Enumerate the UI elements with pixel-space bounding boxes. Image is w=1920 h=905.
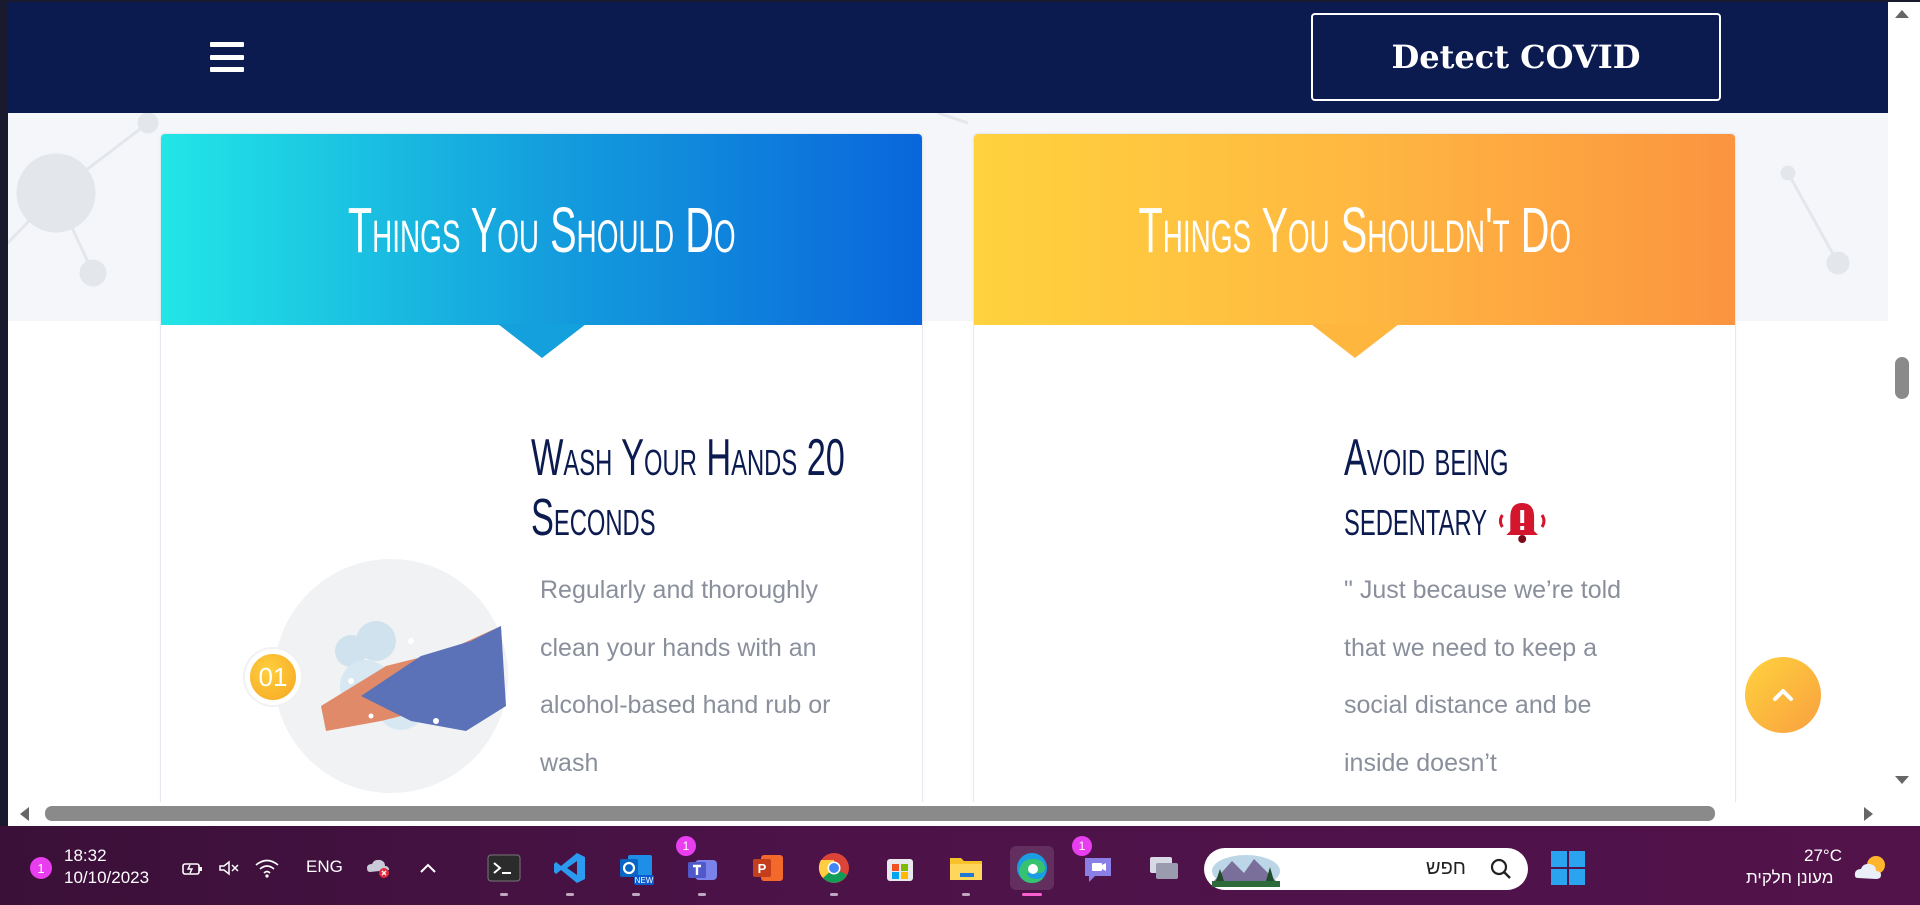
app-indicator — [698, 893, 706, 896]
horizontal-scroll-thumb[interactable] — [45, 806, 1715, 821]
weather-description[interactable]: מעונן חלקית — [1746, 868, 1833, 888]
meet-notification-badge: 1 — [1072, 836, 1092, 856]
search-highlight-image — [1212, 855, 1280, 887]
avoid-sedentary-text: " Just because we’re told that we need t… — [1344, 576, 1622, 777]
volume-muted-icon[interactable] — [216, 856, 242, 880]
search-icon — [1490, 858, 1511, 879]
search-placeholder: חפש — [1426, 857, 1466, 879]
chrome-app-icon[interactable] — [812, 846, 856, 896]
header-notch — [497, 324, 586, 358]
terminal-app-icon[interactable] — [482, 846, 526, 896]
should-do-card: Things You Should Do Wash Your Hands 20 … — [160, 133, 923, 802]
teams-app-icon[interactable]: 1 — [676, 836, 724, 896]
file-explorer-app-icon[interactable] — [944, 846, 988, 896]
app-indicator — [566, 893, 574, 896]
edge-browser-app-icon[interactable] — [1010, 846, 1054, 896]
should-do-title: Things You Should Do — [347, 193, 736, 266]
vertical-scrollbar[interactable] — [1888, 2, 1920, 802]
scroll-left-arrow-icon[interactable] — [20, 807, 29, 821]
app-indicator — [830, 893, 838, 896]
shouldnt-do-card: Things You Shouldn't Do Avoid being sede… — [973, 133, 1736, 802]
clock-date[interactable]: 10/10/2023 — [64, 867, 149, 889]
top-navigation-bar: Detect COVID — [8, 2, 1888, 113]
teams-meet-app-icon[interactable]: 1 — [1072, 836, 1120, 890]
teams-notification-badge: 1 — [676, 836, 696, 856]
should-do-card-header: Things You Should Do — [161, 134, 922, 358]
header-notch — [1310, 324, 1399, 358]
vertical-scroll-thumb[interactable] — [1895, 357, 1909, 399]
step-number-badge: 01 — [245, 649, 301, 705]
notification-badge[interactable]: 1 — [30, 857, 52, 879]
chevron-up-icon[interactable] — [415, 856, 441, 880]
scroll-up-arrow-icon[interactable] — [1895, 10, 1909, 18]
task-view-icon[interactable] — [1142, 846, 1186, 890]
app-indicator — [632, 893, 640, 896]
app-indicator — [962, 893, 970, 896]
wash-hands-title: Wash Your Hands 20 Seconds — [531, 429, 845, 547]
clock-time[interactable]: 18:32 — [64, 845, 107, 867]
wifi-icon[interactable] — [254, 856, 280, 880]
scroll-to-top-button[interactable] — [1745, 657, 1821, 733]
microsoft-store-app-icon[interactable] — [878, 846, 922, 890]
onedrive-error-icon[interactable] — [366, 856, 392, 880]
svg-text:P: P — [758, 861, 767, 876]
horizontal-scrollbar[interactable] — [8, 802, 1888, 826]
taskbar-search-box[interactable]: חפש — [1204, 848, 1528, 890]
scrollbar-corner — [1888, 802, 1920, 826]
app-indicator — [500, 893, 508, 896]
windows-taskbar: 1 18:32 10/10/2023 ENG NEW 1 P 1 חפש 27°… — [0, 826, 1920, 905]
avoid-sedentary-title: Avoid being sedentary — [1344, 428, 1621, 548]
alarm-bell-icon — [1499, 503, 1546, 544]
input-language-indicator[interactable]: ENG — [306, 857, 343, 877]
detect-covid-button[interactable]: Detect COVID — [1311, 13, 1721, 101]
outlook-new-label: NEW — [635, 876, 654, 885]
outlook-app-icon[interactable]: NEW — [614, 846, 658, 896]
hamburger-menu-icon[interactable] — [210, 42, 244, 72]
scroll-right-arrow-icon[interactable] — [1864, 807, 1873, 821]
battery-icon[interactable] — [180, 856, 206, 880]
powerpoint-app-icon[interactable]: P — [746, 846, 790, 890]
chevron-up-icon — [1773, 689, 1793, 701]
browser-viewport: Detect COVID Things You Should Do Wash Y… — [8, 2, 1888, 802]
wash-hands-text: Regularly and thoroughly clean your hand… — [540, 576, 831, 777]
shouldnt-do-card-header: Things You Shouldn't Do — [974, 134, 1735, 358]
vscode-app-icon[interactable] — [548, 846, 592, 896]
washing-hands-illustration — [274, 559, 508, 793]
weather-temperature[interactable]: 27°C — [1804, 846, 1842, 866]
shouldnt-do-title: Things You Shouldn't Do — [1138, 193, 1571, 266]
scroll-down-arrow-icon[interactable] — [1895, 776, 1909, 784]
windows-start-icon[interactable] — [1546, 846, 1590, 890]
avoid-sedentary-title-text: Avoid being sedentary — [1344, 429, 1509, 547]
partly-cloudy-weather-icon[interactable] — [1854, 850, 1890, 886]
app-indicator — [1022, 893, 1042, 896]
